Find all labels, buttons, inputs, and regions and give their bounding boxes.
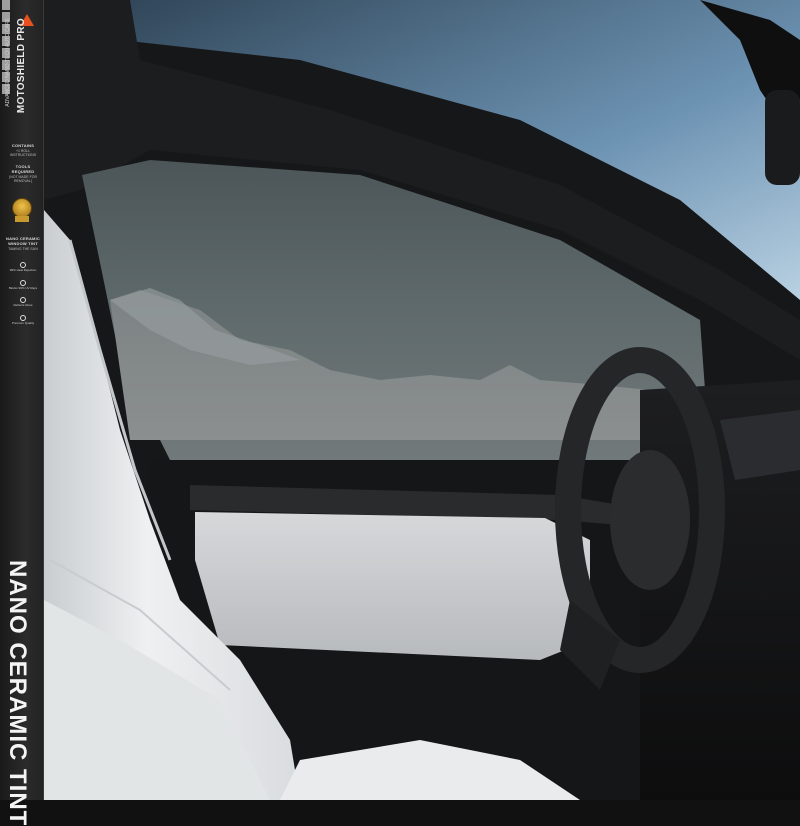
feature-item: Premium Quality [6,314,40,326]
product-packaging-strip: MOTOSHIELD PRO ADVANCED NANO-TECH AUTO C… [0,0,44,826]
contains-sub: +1 ROLL INSTRUCTIONS [9,149,37,157]
product-type-sub: TAMING THE SUN [8,247,38,251]
tools-sub: (NOT MADE FOR REMOVAL) [9,175,37,183]
feature-label: 99% Heat Rejection [9,268,37,272]
feature-label: Premium Quality [11,320,35,325]
product-type-title: NANO CERAMIC WINDOW TINT [6,236,40,246]
contains-title: CONTAINS [11,143,35,148]
badge-ribbon [15,216,29,222]
brand-name: MOTOSHIELD PRO [16,18,27,114]
contains-info: CONTAINS +1 ROLL INSTRUCTIONS [4,143,42,157]
feature-item: 99% Heat Rejection [6,262,40,273]
tools-info: TOOLS REQUIRED (NOT MADE FOR REMOVAL) [4,164,42,183]
award-badge-icon [12,198,32,218]
feature-icon [20,314,26,321]
product-big-title: NANO CERAMIC TINT [4,560,31,826]
car-interior-photo [0,0,800,800]
feature-label: Blocks 99% UV Rays [8,285,38,290]
brand-tagline: ADVANCED NANO-TECH AUTO CARE [5,18,11,107]
feature-label: Reflects Glare [13,303,33,308]
feature-item: Reflects Glare [6,297,40,308]
feature-list: 99% Heat Rejection Blocks 99% UV Rays Re… [6,262,40,332]
feature-item: Blocks 99% UV Rays [6,279,40,291]
feature-icon [20,279,26,286]
tools-title: TOOLS REQUIRED [11,164,35,174]
product-type: NANO CERAMIC WINDOW TINT TAMING THE SUN [4,236,42,251]
